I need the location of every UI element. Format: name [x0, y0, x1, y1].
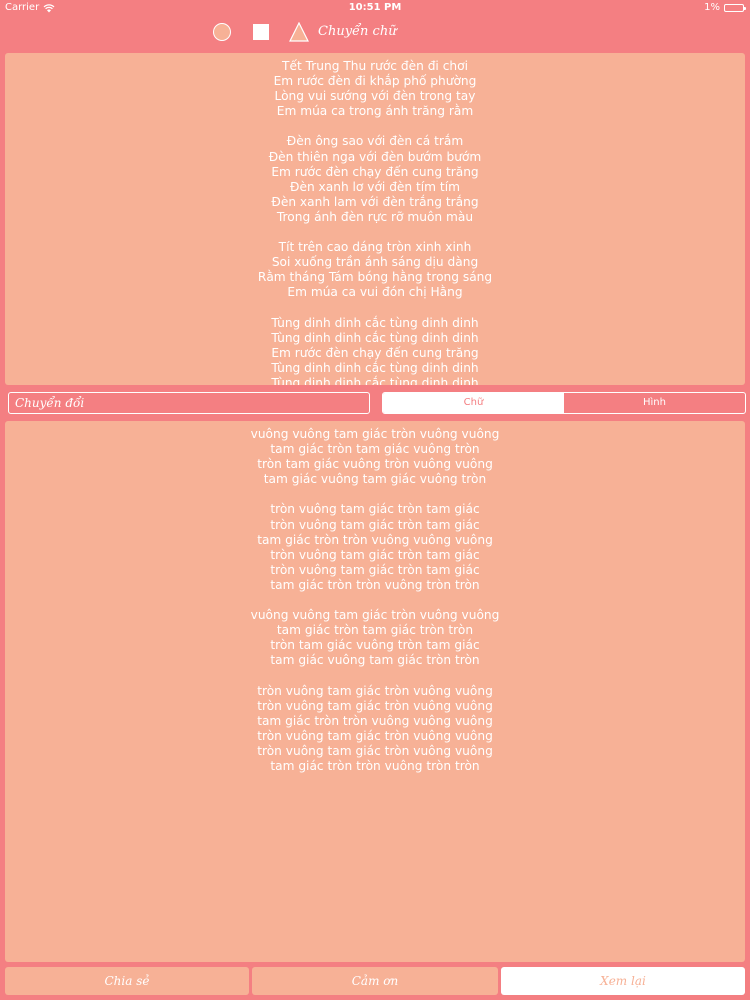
review-button[interactable]: Xem lại — [501, 967, 745, 995]
square-icon[interactable] — [253, 24, 269, 40]
text-line: Em rước đèn chạy đến cung trăng — [271, 345, 479, 360]
text-line: tam giác tròn tròn vuông vuông vuông — [257, 532, 493, 547]
result-text: vuông vuông tam giác tròn vuông vuông tam… — [5, 421, 745, 774]
text-line: Đèn xanh lơ với đèn tím tím — [290, 179, 460, 194]
mode-segmented-control: Chữ Hình — [382, 392, 746, 414]
triangle-icon[interactable] — [289, 22, 309, 42]
text-line: tròn vuông tam giác tròn vuông vuông — [257, 728, 493, 743]
text-line: vuông vuông tam giác tròn vuông vuông — [250, 427, 500, 441]
text-line: tròn vuông tam giác tròn vuông vuông — [257, 743, 493, 758]
segment-text[interactable]: Chữ — [383, 393, 564, 413]
stanza: Tít trên cao dáng tròn xinh xinh Soi xuốn… — [5, 240, 745, 300]
circle-icon[interactable] — [213, 23, 231, 41]
convert-input[interactable] — [8, 392, 370, 414]
toolbar-title[interactable]: Chuyển chữ — [318, 24, 397, 39]
text-line: tròn vuông tam giác tròn tam giác — [270, 547, 480, 562]
text-line: Rằm tháng Tám bóng hằng trong sáng — [257, 270, 493, 285]
text-line: Tít trên cao dáng tròn xinh xinh — [278, 240, 472, 255]
text-line: tam giác tròn tam giác tròn tròn — [276, 623, 474, 638]
text-line: tròn vuông tam giác tròn tam giác — [270, 502, 480, 517]
text-line: Lòng vui sướng với đèn trong tay — [274, 89, 476, 104]
stanza: vuông vuông tam giác tròn vuông vuông tam… — [5, 427, 745, 487]
text-line: tam giác tròn tam giác vuông tròn — [270, 442, 480, 457]
stanza: tròn vuông tam giác tròn vuông vuông tròn… — [5, 684, 745, 775]
text-line: tam giác tròn tròn vuông tròn tròn — [270, 759, 480, 774]
text-line: Em múa ca vui đón chị Hằng — [287, 285, 463, 300]
text-line: Em rước đèn đi khắp phố phường — [273, 74, 477, 89]
text-line: tam giác vuông tam giác tròn tròn — [270, 653, 480, 668]
text-line: tròn vuông tam giác tròn vuông vuông — [257, 683, 493, 698]
text-line: tam giác vuông tam giác vuông tròn — [263, 472, 487, 487]
text-line: Em rước đèn chạy đến cung trăng — [271, 164, 479, 179]
stanza: Tùng dinh dinh cắc tùng dinh dinh Tùng di… — [5, 316, 745, 385]
text-line: Đèn thiên nga với đèn bướm bướm — [268, 149, 482, 164]
text-line: Tùng dinh dinh cắc tùng dinh dinh — [271, 315, 479, 330]
text-line: Tết Trung Thu rước đèn đi chơi — [282, 59, 468, 73]
status-bar: Carrier 10:51 PM 1% — [0, 0, 750, 16]
text-line: Trong ánh đèn rực rỡ muôn màu — [276, 209, 474, 224]
text-line: Tùng dinh dinh cắc tùng dinh dinh — [271, 330, 479, 345]
status-time: 10:51 PM — [348, 2, 402, 13]
segment-shape[interactable]: Hình — [564, 393, 745, 413]
text-line: tròn vuông tam giác tròn vuông vuông — [257, 698, 493, 713]
thanks-button[interactable]: Cảm ơn — [252, 967, 498, 995]
text-line: tròn tam giác vuông tròn tam giác — [270, 638, 480, 653]
text-line: Tùng dinh dinh cắc tùng dinh dinh — [271, 360, 479, 375]
text-line: tròn vuông tam giác tròn tam giác — [270, 517, 480, 532]
battery-percent: 1% — [704, 2, 720, 13]
stanza: vuông vuông tam giác tròn vuông vuông tam… — [5, 608, 745, 668]
text-line: tam giác tròn tròn vuông tròn tròn — [270, 577, 480, 592]
text-line: tròn vuông tam giác tròn tam giác — [270, 562, 480, 577]
text-line: tam giác tròn tròn vuông vuông vuông — [257, 713, 493, 728]
text-line: Đèn xanh lam với đèn trắng trắng — [271, 194, 479, 209]
source-text: Tết Trung Thu rước đèn đi chơi Em rước đè… — [5, 53, 745, 385]
text-line: Soi xuống trần ánh sáng dịu dàng — [271, 255, 479, 270]
stanza: Đèn ông sao với đèn cá trắm Đèn thiên nga… — [5, 134, 745, 225]
text-line: tròn tam giác vuông tròn vuông vuông — [257, 457, 493, 472]
convert-input-row — [8, 392, 370, 414]
source-text-panel[interactable]: Tết Trung Thu rước đèn đi chơi Em rước đè… — [5, 53, 745, 385]
share-button[interactable]: Chia sẻ — [5, 967, 249, 995]
text-line: Em múa ca trong ánh trăng rằm — [276, 104, 474, 119]
text-line: Đèn ông sao với đèn cá trắm — [286, 134, 464, 149]
text-line: vuông vuông tam giác tròn vuông vuông — [250, 608, 500, 623]
stanza: Tết Trung Thu rước đèn đi chơi Em rước đè… — [5, 59, 745, 119]
battery-icon — [724, 4, 746, 12]
result-text-panel[interactable]: vuông vuông tam giác tròn vuông vuông tam… — [5, 421, 745, 962]
text-line: Tùng dinh dinh cắc tùng dinh dinh — [271, 375, 479, 385]
stanza: tròn vuông tam giác tròn tam giác tròn vu… — [5, 502, 745, 593]
status-right: 1% — [704, 0, 746, 16]
